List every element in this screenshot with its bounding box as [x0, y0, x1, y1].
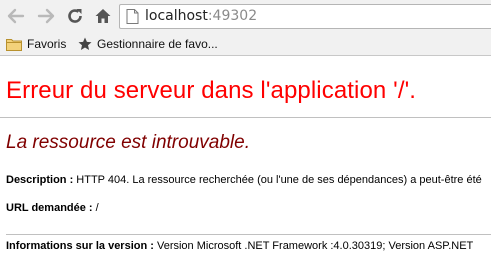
address-bar[interactable]: localhost:49302 — [119, 4, 491, 29]
divider — [6, 234, 491, 235]
version-line: Informations sur la version : Version Mi… — [6, 240, 473, 252]
bookmark-label: Gestionnaire de favo... — [97, 37, 218, 51]
error-subtitle: La ressource est introuvable. — [6, 132, 250, 153]
description-text: HTTP 404. La ressource recherchée (ou l'… — [73, 174, 482, 186]
url-port: :49302 — [207, 8, 258, 24]
url-text[interactable]: localhost:49302 — [145, 8, 257, 24]
home-icon[interactable] — [93, 6, 113, 26]
bookmark-gestionnaire[interactable]: Gestionnaire de favo... — [78, 36, 218, 52]
requested-url-label: URL demandée : — [6, 202, 93, 214]
url-host: localhost — [145, 8, 208, 24]
requested-url-value: / — [92, 202, 99, 214]
browser-toolbar: localhost:49302 — [0, 0, 491, 32]
bookmark-favoris[interactable]: Favoris — [6, 36, 66, 52]
version-text: Version Microsoft .NET Framework :4.0.30… — [153, 240, 474, 252]
description-line: Description : HTTP 404. La ressource rec… — [6, 174, 482, 186]
forward-arrow-icon[interactable] — [36, 6, 56, 26]
folder-icon — [6, 38, 22, 51]
reload-icon[interactable] — [65, 6, 85, 26]
page-content: Erreur du serveur dans l'application '/'… — [0, 57, 491, 274]
divider — [0, 117, 491, 118]
requested-url-line: URL demandée : / — [6, 202, 99, 214]
star-icon — [78, 37, 92, 50]
back-arrow-icon[interactable] — [6, 6, 26, 26]
version-label: Informations sur la version : — [6, 240, 154, 252]
page-icon — [126, 9, 139, 29]
description-label: Description : — [6, 174, 74, 186]
bookmarks-bar: Favoris Gestionnaire de favo... — [0, 32, 491, 56]
error-title: Erreur du serveur dans l'application '/'… — [6, 77, 417, 104]
bookmark-label: Favoris — [27, 37, 67, 51]
